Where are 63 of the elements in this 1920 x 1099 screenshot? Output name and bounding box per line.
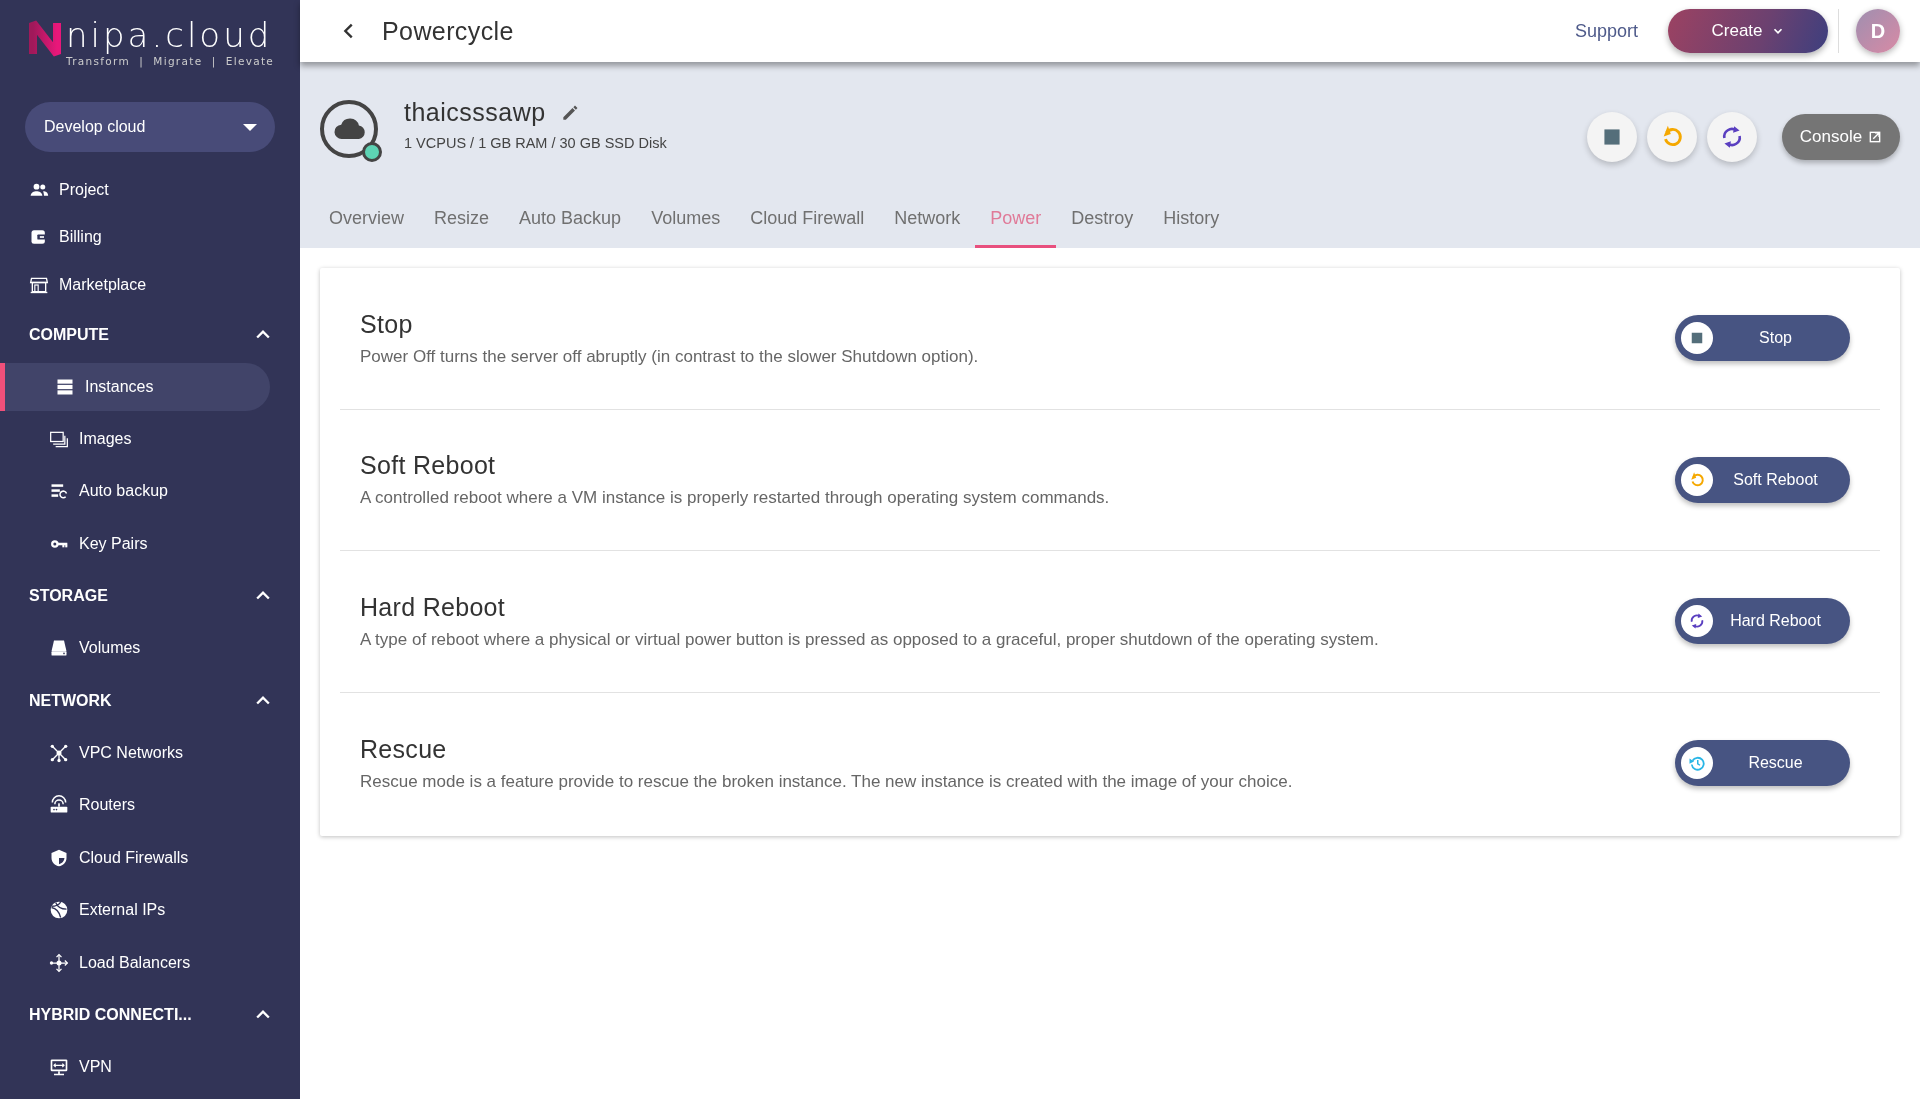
action-title: Stop: [360, 309, 414, 339]
sidebar-item[interactable]: VPN: [0, 1041, 270, 1094]
project-selector[interactable]: Develop cloud: [25, 102, 275, 152]
sidebar-section-header[interactable]: HYBRID CONNECTI...: [0, 989, 300, 1041]
action-description: A type of reboot where a physical or virtual power button is pressed as opposed to a graceful, proper shutdown of the operating system.: [360, 629, 1379, 650]
clock-arrow-icon: [1688, 754, 1706, 773]
tab[interactable]: Volumes: [636, 191, 736, 248]
action-button[interactable]: Hard Reboot: [1675, 598, 1850, 645]
tab[interactable]: Network: [879, 191, 976, 248]
sidebar-item[interactable]: Volumes: [0, 622, 270, 675]
create-button[interactable]: Create: [1668, 9, 1828, 53]
sidebar-section-header[interactable]: COMPUTE: [0, 308, 300, 361]
counterclockwise-arrow-icon: [1688, 470, 1706, 489]
caret-icon: [243, 123, 257, 131]
sidebar-item[interactable]: VPC Networks: [0, 726, 270, 779]
tab[interactable]: Auto Backup: [504, 191, 637, 248]
circular-arrows-icon: [1688, 612, 1706, 631]
sidebar-item[interactable]: Key Pairs: [0, 517, 270, 570]
tab[interactable]: Cloud Firewall: [735, 191, 880, 248]
console-button[interactable]: Console: [1782, 114, 1900, 160]
action-title: Rescue: [360, 734, 448, 764]
action-description: Power Off turns the server off abruptly (in contrast to the slower Shutdown option).: [360, 346, 979, 367]
monitor-icon: [49, 1057, 69, 1078]
logo-tagline: Transform | Migrate | Elevate: [66, 55, 275, 67]
sidebar-item[interactable]: Billing: [0, 213, 300, 261]
tab[interactable]: History: [1148, 191, 1235, 248]
disk-drive-icon: [49, 638, 69, 659]
logo-wordmark: nipa.cloud: [66, 18, 274, 52]
tab[interactable]: Destroy: [1056, 191, 1149, 248]
action-button[interactable]: Rescue: [1675, 740, 1850, 787]
sidebar-item[interactable]: Routers: [0, 779, 270, 832]
sidebar-item[interactable]: Auto backup: [0, 465, 270, 518]
sidebar-item[interactable]: Cloud Firewalls: [0, 831, 270, 884]
network-nodes-icon: [49, 742, 69, 763]
page-title: Powercycle: [382, 16, 514, 46]
sidebar-item[interactable]: Images: [0, 412, 270, 465]
tab[interactable]: Resize: [419, 191, 505, 248]
sidebar-item[interactable]: External IPs: [0, 884, 270, 937]
router-icon: [49, 795, 69, 816]
four-way-arrows-icon: [49, 952, 69, 973]
instance-name: thaicsssawp: [404, 98, 546, 127]
hard-reboot-button[interactable]: [1707, 112, 1757, 162]
shield-icon: [49, 847, 69, 868]
support-link[interactable]: Support: [1574, 20, 1638, 42]
sidebar-section-header[interactable]: STORAGE: [0, 570, 300, 622]
sidebar-item[interactable]: Marketplace: [0, 261, 300, 309]
action-description: A controlled reboot where a VM instance is properly restarted through operating system commands.: [360, 488, 1110, 509]
instance-specs: 1 VCPUS / 1 GB RAM / 30 GB SSD Disk: [404, 135, 667, 151]
list-refresh-icon: [49, 481, 69, 502]
action-title: Hard Reboot: [360, 592, 507, 622]
sidebar-section-header[interactable]: NETWORK: [0, 674, 300, 727]
action-button[interactable]: Soft Reboot: [1675, 456, 1850, 503]
sidebar-item[interactable]: Project: [0, 166, 300, 214]
action-title: Soft Reboot: [360, 451, 497, 481]
sidebar-item[interactable]: Instances: [0, 362, 270, 411]
tab[interactable]: Overview: [314, 191, 419, 248]
external-link-icon: [1868, 130, 1883, 144]
logo-mark-icon: [28, 18, 62, 58]
action-description: Rescue mode is a feature provide to rescue the broken instance. The new instance is created with the image of your choice.: [360, 771, 1293, 792]
action-button[interactable]: Stop: [1675, 315, 1850, 362]
stop-button[interactable]: [1587, 112, 1637, 162]
globe-icon: [49, 900, 69, 921]
sidebar-item[interactable]: Load Balancers: [0, 936, 270, 989]
